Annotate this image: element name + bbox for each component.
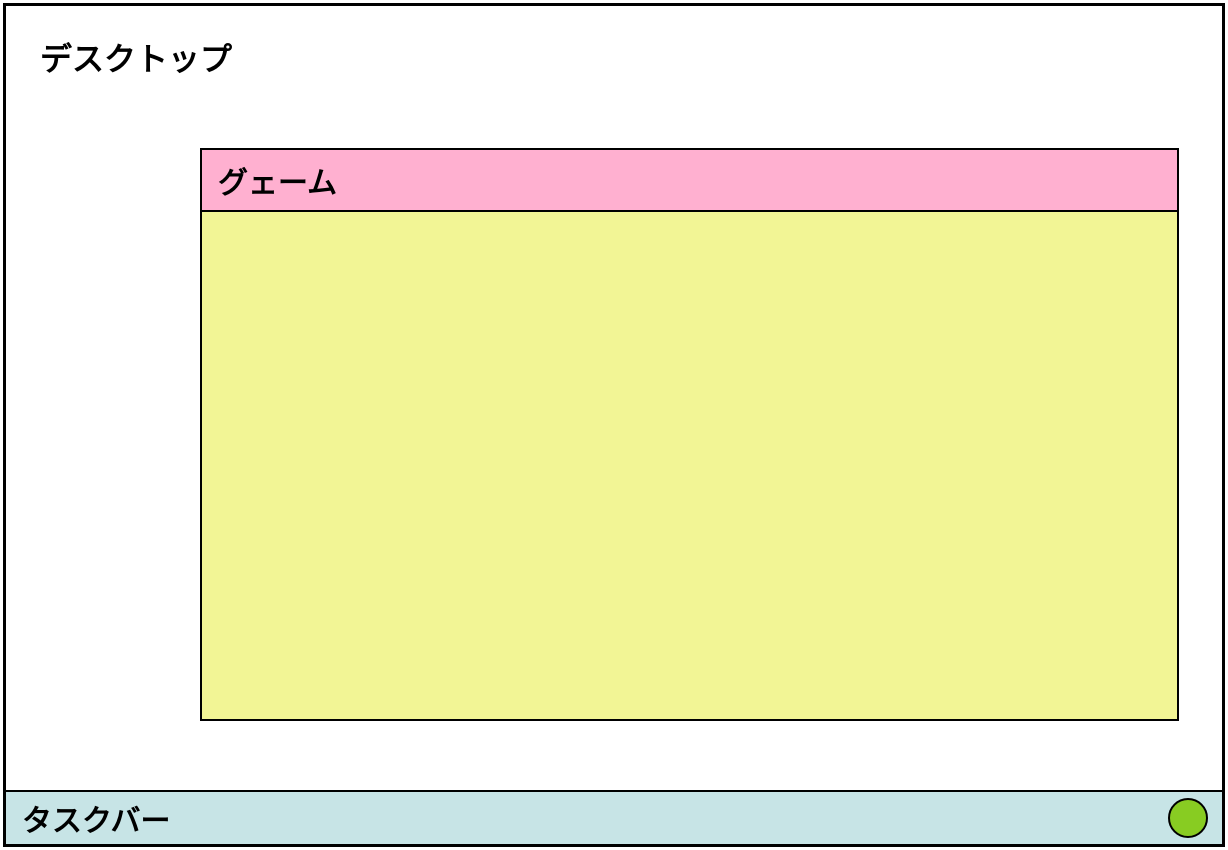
taskbar-label: タスクバー — [22, 796, 171, 840]
window-content[interactable] — [202, 212, 1177, 719]
desktop-area[interactable]: デスクトップ グェーム — [6, 6, 1222, 790]
window-title: グェーム — [218, 158, 337, 202]
outer-frame: デスクトップ グェーム タスクバー — [3, 3, 1225, 847]
app-window[interactable]: グェーム — [200, 148, 1179, 721]
desktop-label: デスクトップ — [40, 34, 232, 80]
status-indicator-icon[interactable] — [1168, 798, 1208, 838]
window-titlebar[interactable]: グェーム — [202, 150, 1177, 212]
taskbar[interactable]: タスクバー — [6, 790, 1222, 844]
